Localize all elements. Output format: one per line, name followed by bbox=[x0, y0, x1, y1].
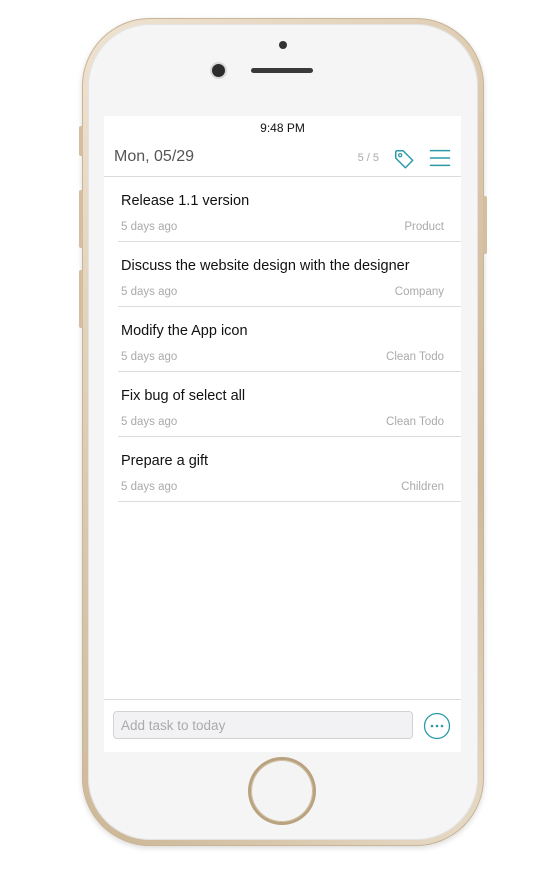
task-tag: Clean Todo bbox=[386, 416, 444, 428]
task-title: Modify the App icon bbox=[121, 323, 248, 339]
home-button[interactable] bbox=[251, 760, 313, 822]
task-time: 5 days ago bbox=[121, 416, 178, 428]
task-tag: Clean Todo bbox=[386, 351, 444, 363]
page-title: Mon, 05/29 bbox=[114, 148, 195, 165]
add-task-bar bbox=[104, 699, 461, 752]
task-title: Prepare a gift bbox=[121, 453, 209, 469]
task-time: 5 days ago bbox=[121, 221, 178, 233]
task-item[interactable]: Release 1.1 version 5 days ago Product bbox=[118, 177, 461, 242]
status-bar: 9:48 PM bbox=[104, 116, 461, 138]
task-title: Discuss the website design with the desi… bbox=[121, 258, 410, 274]
task-count: 5 / 5 bbox=[357, 152, 379, 164]
volume-up-button bbox=[79, 190, 83, 248]
task-time: 5 days ago bbox=[121, 351, 178, 363]
add-task-input[interactable] bbox=[113, 711, 413, 739]
task-tag: Children bbox=[401, 481, 444, 493]
task-item[interactable]: Discuss the website design with the desi… bbox=[118, 242, 461, 307]
proximity-sensor bbox=[279, 41, 287, 49]
power-button bbox=[483, 196, 487, 254]
app-screen: 9:48 PM Mon, 05/29 5 / 5 Release 1.1 ver… bbox=[104, 116, 461, 752]
front-camera bbox=[212, 64, 225, 77]
task-item[interactable]: Modify the App icon 5 days ago Clean Tod… bbox=[118, 307, 461, 372]
status-time: 9:48 PM bbox=[260, 121, 305, 135]
task-time: 5 days ago bbox=[121, 286, 178, 298]
task-list: Release 1.1 version 5 days ago Product D… bbox=[104, 177, 461, 502]
task-time: 5 days ago bbox=[121, 481, 178, 493]
task-item[interactable]: Prepare a gift 5 days ago Children bbox=[118, 437, 461, 502]
app-header: Mon, 05/29 5 / 5 bbox=[104, 138, 461, 177]
more-options-icon[interactable] bbox=[423, 712, 451, 740]
volume-down-button bbox=[79, 270, 83, 328]
task-item[interactable]: Fix bug of select all 5 days ago Clean T… bbox=[118, 372, 461, 437]
task-title: Release 1.1 version bbox=[121, 193, 250, 209]
volume-switch bbox=[79, 126, 83, 156]
earpiece-speaker bbox=[251, 68, 313, 73]
task-title: Fix bug of select all bbox=[121, 388, 246, 404]
tag-icon[interactable] bbox=[393, 148, 415, 170]
hamburger-menu-icon[interactable] bbox=[429, 147, 451, 169]
device-mockup: 9:48 PM Mon, 05/29 5 / 5 Release 1.1 ver… bbox=[0, 0, 550, 878]
task-tag: Company bbox=[394, 286, 444, 298]
task-tag: Product bbox=[404, 221, 444, 233]
